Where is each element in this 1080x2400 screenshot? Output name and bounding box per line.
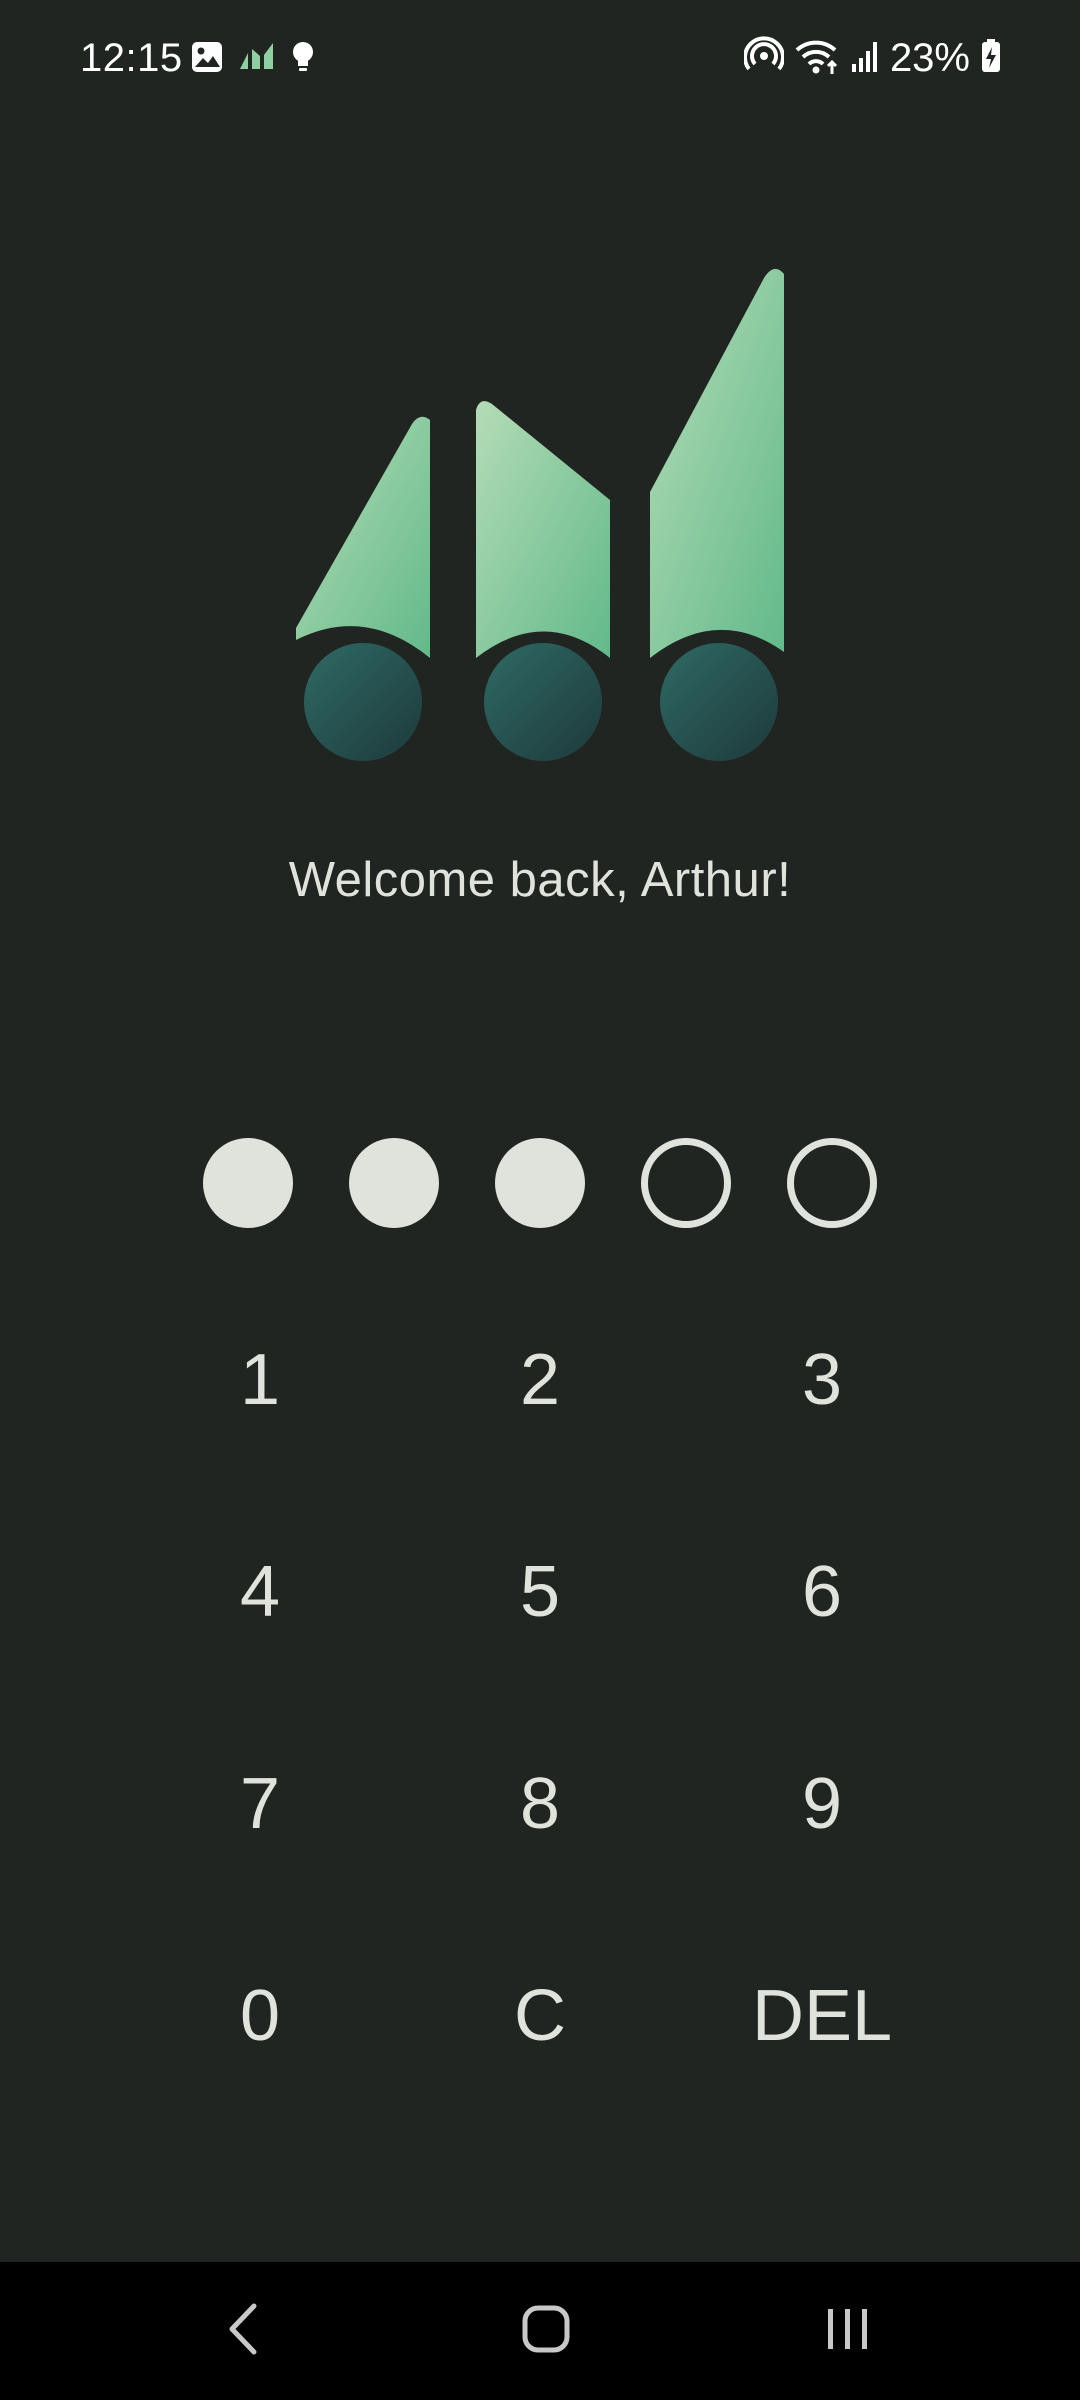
pin-dot-filled xyxy=(349,1138,439,1228)
clear-button[interactable]: C xyxy=(420,1926,660,2106)
key-8[interactable]: 8 xyxy=(420,1714,660,1894)
hotspot-icon xyxy=(743,36,785,81)
pin-dot-filled xyxy=(495,1138,585,1228)
key-0[interactable]: 0 xyxy=(140,1926,380,2106)
status-time: 12:15 xyxy=(80,36,183,80)
key-1[interactable]: 1 xyxy=(140,1290,380,1470)
status-bar: 12:15 23% xyxy=(0,0,1080,120)
battery-percent: 23% xyxy=(889,36,970,80)
recents-button[interactable] xyxy=(808,2291,888,2371)
status-notification-icons xyxy=(190,40,316,79)
recents-icon xyxy=(823,2305,873,2358)
gallery-icon xyxy=(190,40,224,79)
key-2[interactable]: 2 xyxy=(420,1290,660,1470)
lightbulb-icon xyxy=(290,40,316,79)
delete-button[interactable]: DEL xyxy=(702,1926,942,2106)
key-4[interactable]: 4 xyxy=(140,1502,380,1682)
battery-charging-icon xyxy=(980,38,1002,79)
signal-icon xyxy=(850,38,880,79)
key-5[interactable]: 5 xyxy=(420,1502,660,1682)
app-logo xyxy=(290,260,800,770)
key-3[interactable]: 3 xyxy=(702,1290,942,1470)
navigation-bar xyxy=(0,2262,1080,2400)
key-9[interactable]: 9 xyxy=(702,1714,942,1894)
pin-dot-empty xyxy=(641,1138,731,1228)
pin-dot-filled xyxy=(203,1138,293,1228)
back-icon xyxy=(224,2302,264,2361)
key-6[interactable]: 6 xyxy=(702,1502,942,1682)
pin-indicator xyxy=(0,1138,1080,1228)
welcome-message: Welcome back, Arthur! xyxy=(288,853,792,907)
status-system-icons: 23% xyxy=(743,36,1002,81)
home-icon xyxy=(521,2304,571,2359)
app-logo-notification-icon xyxy=(238,41,276,78)
home-button[interactable] xyxy=(506,2291,586,2371)
back-button[interactable] xyxy=(204,2291,284,2371)
key-7[interactable]: 7 xyxy=(140,1714,380,1894)
wifi-icon xyxy=(794,36,840,81)
pin-dot-empty xyxy=(787,1138,877,1228)
